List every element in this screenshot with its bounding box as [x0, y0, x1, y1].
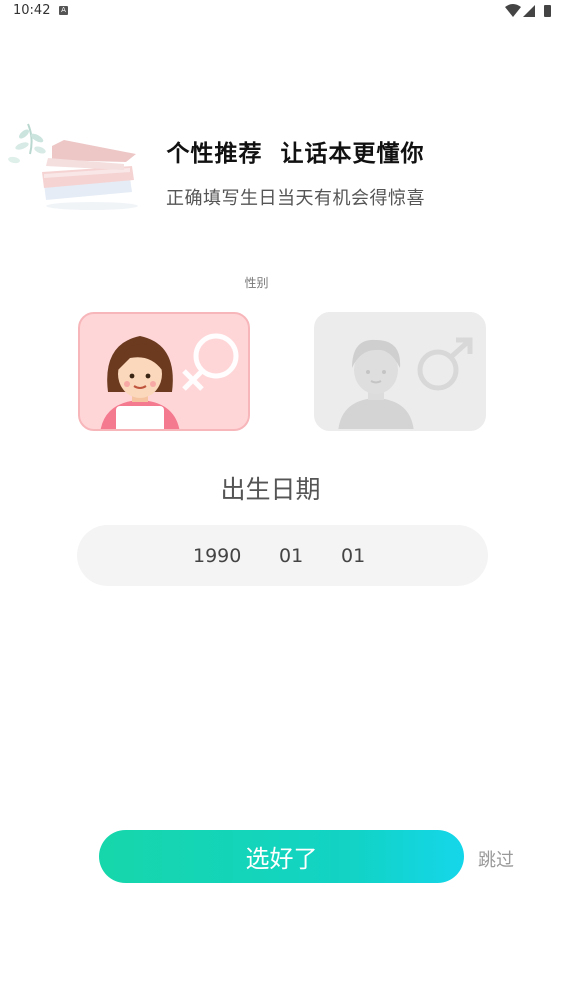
birthday-picker[interactable]: 1990 01 01	[77, 525, 488, 586]
status-icons	[505, 4, 551, 17]
confirm-button[interactable]: 选好了	[99, 830, 464, 883]
a-box-icon: A	[59, 6, 68, 15]
battery-icon	[544, 5, 551, 17]
male-avatar-icon	[338, 339, 414, 429]
status-bar: 10:42 A	[0, 0, 565, 24]
gender-option-male[interactable]	[314, 312, 486, 431]
birthday-month[interactable]: 01	[279, 545, 303, 567]
male-symbol-icon	[417, 337, 473, 391]
female-symbol-icon	[182, 333, 239, 391]
signal-icon	[523, 5, 535, 17]
page-subtitle: 正确填写生日当天有机会得惊喜	[166, 188, 425, 209]
birthday-label: 出生日期	[220, 475, 321, 504]
page-title: 个性推荐 让话本更懂你	[166, 141, 425, 167]
birthday-year[interactable]: 1990	[193, 545, 241, 567]
skip-link[interactable]: 跳过	[478, 846, 514, 872]
gender-label: 性别	[244, 276, 269, 290]
wifi-icon	[505, 4, 521, 17]
status-time: 10:42	[13, 3, 51, 18]
female-avatar-icon	[100, 336, 180, 429]
gender-option-female[interactable]	[78, 312, 250, 431]
birthday-day[interactable]: 01	[341, 545, 365, 567]
